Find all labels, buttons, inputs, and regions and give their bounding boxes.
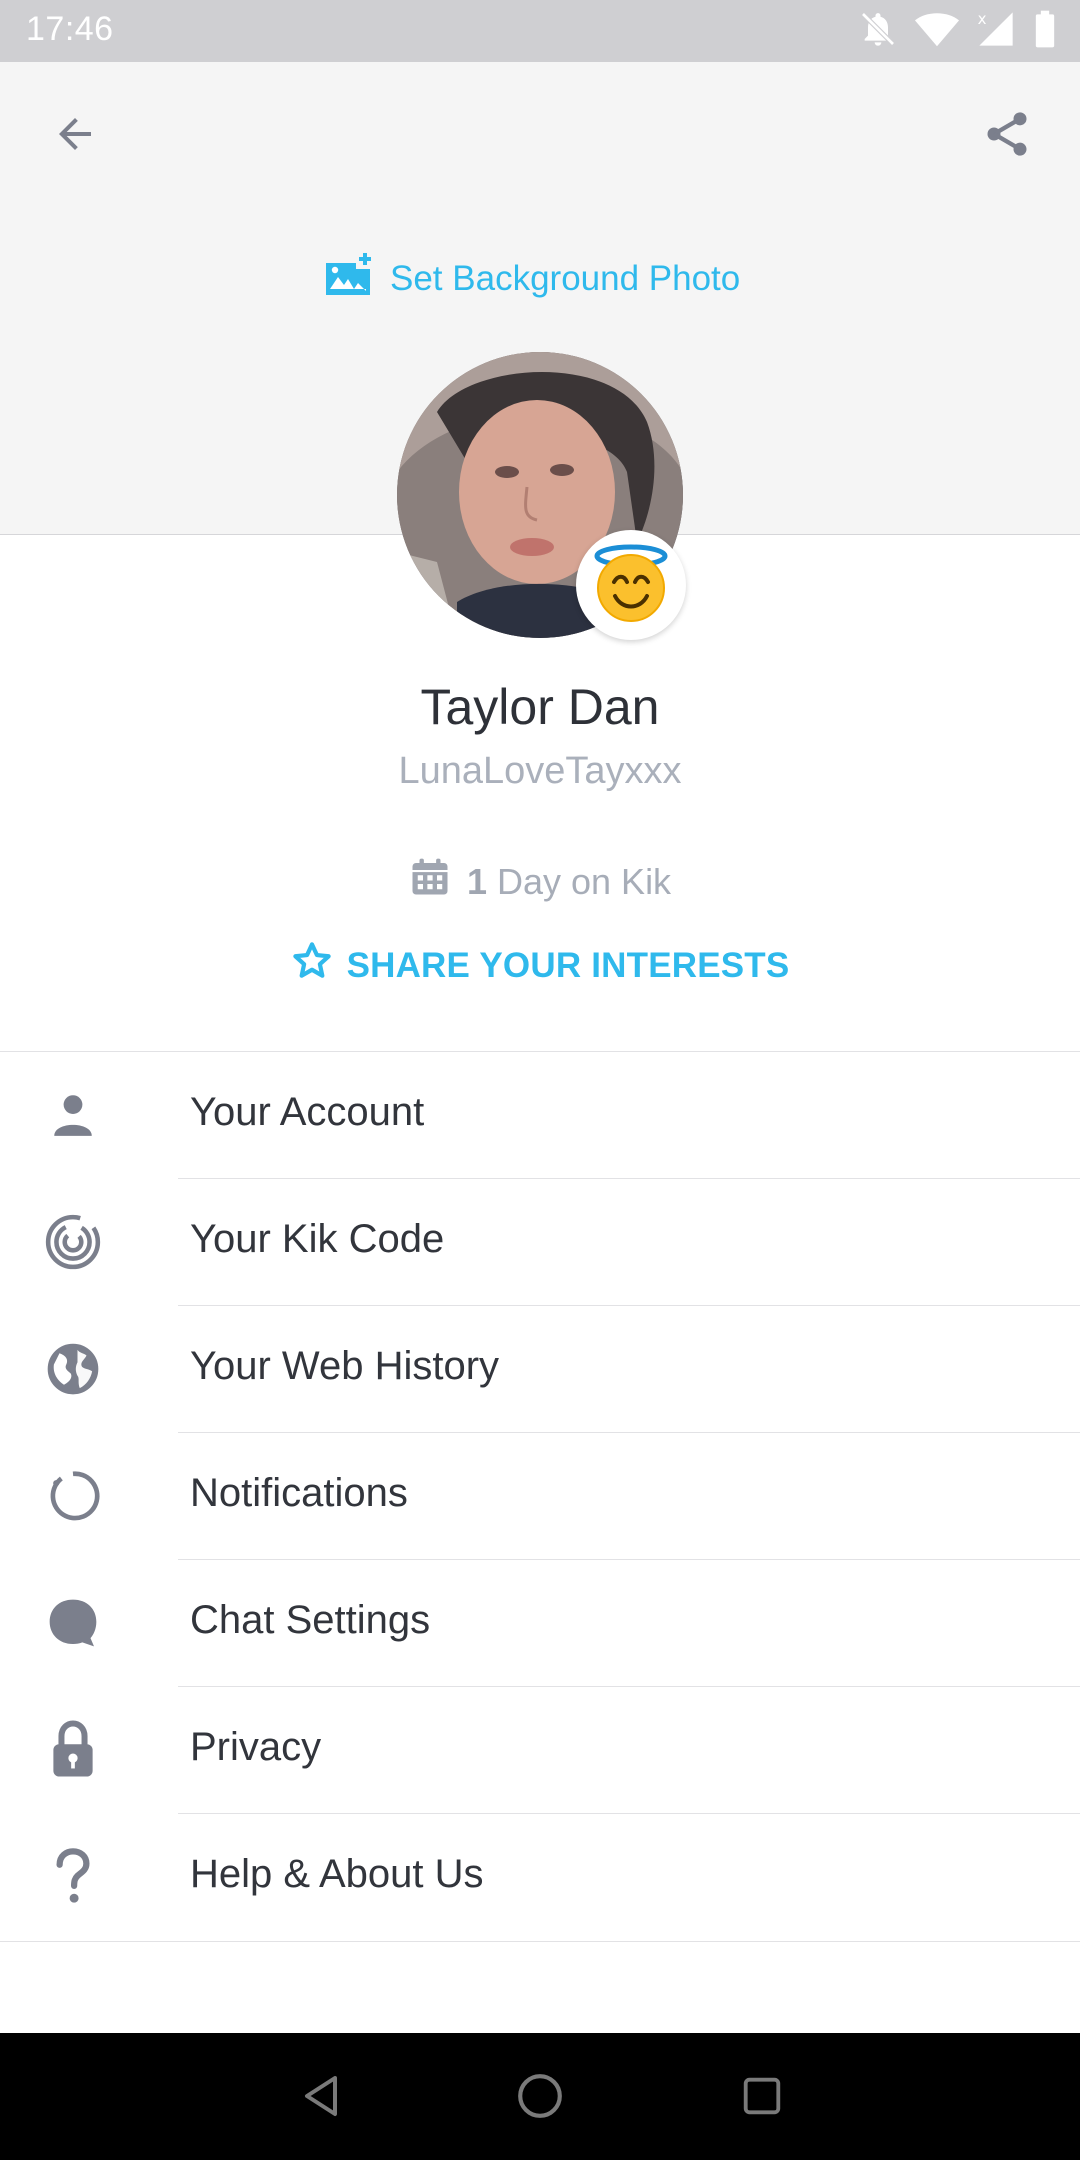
- status-time: 17:46: [26, 10, 114, 48]
- menu-item-privacy[interactable]: Privacy: [0, 1687, 1080, 1814]
- notifications-ring-icon: [40, 1466, 106, 1526]
- battery-icon: [1032, 9, 1058, 54]
- menu-item-label: Notifications: [190, 1471, 408, 1515]
- menu-item-label: Privacy: [190, 1725, 322, 1769]
- set-background-photo-button[interactable]: Set Background Photo: [322, 252, 741, 304]
- cellular-icon: x: [976, 9, 1016, 54]
- menu-item-chat-settings[interactable]: Chat Settings: [0, 1560, 1080, 1687]
- help-icon: [40, 1847, 106, 1907]
- status-icons: x: [858, 10, 1058, 52]
- svg-text:x: x: [978, 10, 987, 28]
- recents-square-icon: [739, 2073, 785, 2124]
- menu-item-label: Chat Settings: [190, 1598, 431, 1642]
- smiling-face-with-halo-icon: [590, 542, 672, 629]
- nav-home-button[interactable]: [505, 2063, 575, 2133]
- menu-item-notifications[interactable]: Notifications: [0, 1433, 1080, 1560]
- add-photo-icon: [322, 251, 374, 308]
- menu-item-label: Your Kik Code: [190, 1217, 445, 1261]
- menu-item-help-about-us[interactable]: Help & About Us: [0, 1814, 1080, 1941]
- status-bar: 17:46 x: [0, 0, 1080, 62]
- arrow-back-icon: [51, 110, 99, 163]
- chat-bubble-icon: [40, 1593, 106, 1653]
- globe-icon: [40, 1339, 106, 1399]
- star-outline-icon: [291, 940, 333, 991]
- set-background-photo-label: Set Background Photo: [390, 259, 741, 298]
- days-on-kik: 1 Day on Kik: [0, 856, 1080, 907]
- menu-item-your-kik-code[interactable]: Your Kik Code: [0, 1179, 1080, 1306]
- kik-code-icon: [40, 1212, 106, 1272]
- wifi-icon: [914, 9, 960, 54]
- back-button[interactable]: [40, 106, 110, 166]
- share-icon: [981, 108, 1033, 165]
- display-name: Taylor Dan: [420, 679, 660, 735]
- nav-back-button[interactable]: [286, 2063, 356, 2133]
- menu-item-label: Your Web History: [190, 1344, 500, 1388]
- days-count: 1: [466, 860, 487, 902]
- days-label: Day on Kik: [496, 860, 672, 902]
- share-interests-button[interactable]: SHARE YOUR INTERESTS: [0, 940, 1080, 991]
- menu-item-your-account[interactable]: Your Account: [0, 1052, 1080, 1179]
- profile-screen: 17:46 x Set Background Photo Taylor Dan …: [0, 0, 1080, 2160]
- system-navigation-bar: [0, 2033, 1080, 2160]
- share-interests-label: SHARE YOUR INTERESTS: [346, 945, 790, 985]
- back-triangle-icon: [297, 2072, 345, 2125]
- lock-icon: [40, 1720, 106, 1780]
- menu-item-label: Your Account: [190, 1090, 425, 1134]
- person-icon: [40, 1085, 106, 1145]
- username: LunaLoveTayxxx: [398, 750, 682, 792]
- profile-emoji-badge[interactable]: [576, 530, 686, 640]
- share-button[interactable]: [972, 104, 1042, 168]
- menu-item-label: Help & About Us: [190, 1852, 484, 1896]
- home-circle-icon: [515, 2071, 565, 2126]
- settings-menu: Your Account Your Kik Code Your Web Hist…: [0, 1051, 1080, 1942]
- nav-recents-button[interactable]: [727, 2063, 797, 2133]
- menu-item-your-web-history[interactable]: Your Web History: [0, 1306, 1080, 1433]
- calendar-icon: [409, 856, 451, 907]
- notifications-off-icon: [858, 9, 898, 54]
